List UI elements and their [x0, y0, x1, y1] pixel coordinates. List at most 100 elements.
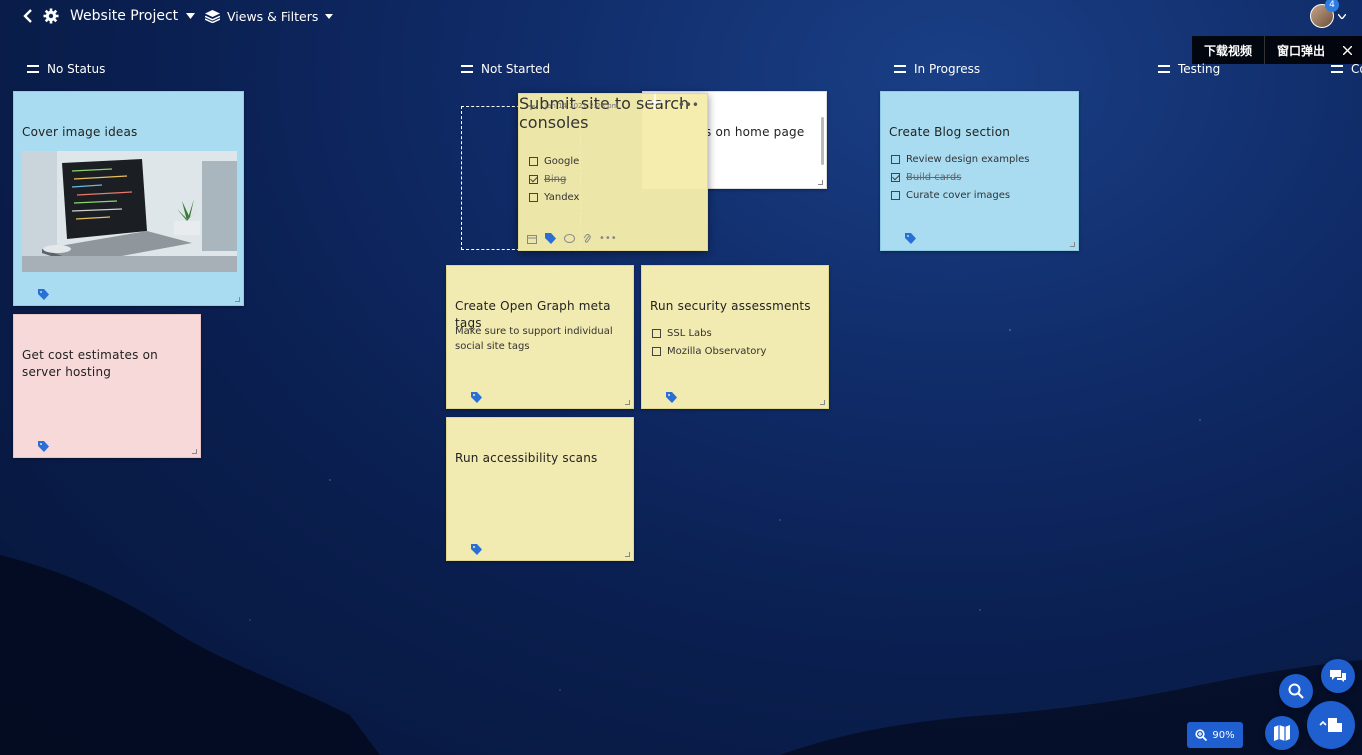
search-icon: [1288, 683, 1304, 699]
comment-icon[interactable]: [564, 233, 575, 244]
chevron-left-icon: [23, 9, 32, 23]
project-name: Website Project: [70, 8, 179, 24]
card-footer-toolbar: •••: [527, 233, 617, 244]
resize-handle[interactable]: [820, 400, 825, 405]
column-header-no-status[interactable]: No Status: [27, 60, 105, 78]
tag-icon[interactable]: [38, 289, 49, 300]
column-label: Not Started: [481, 62, 551, 76]
card-submit-search-consoles[interactable]: + Jan 14 2021 2:28 pm ••• Submit site to…: [518, 93, 708, 251]
zoom-button[interactable]: 90%: [1187, 722, 1243, 748]
card-accessibility-scans[interactable]: Run accessibility scans: [446, 417, 634, 561]
column-header-complete[interactable]: Co: [1331, 60, 1362, 78]
checkbox[interactable]: [529, 192, 538, 202]
card-cost-estimates[interactable]: Get cost estimates on server hosting: [13, 314, 201, 458]
more-options-icon[interactable]: •••: [678, 98, 699, 112]
tag-icon[interactable]: [666, 392, 677, 403]
resize-handle[interactable]: [192, 449, 197, 454]
resize-handle[interactable]: [818, 180, 823, 185]
project-switcher[interactable]: Website Project: [70, 6, 196, 26]
chevron-down-icon: [1338, 13, 1346, 19]
card-title: Create Blog section: [889, 125, 1011, 139]
zoom-in-icon: [1195, 729, 1208, 741]
drag-handle-icon: [1158, 65, 1170, 73]
checklist-item[interactable]: Build cards: [891, 168, 1029, 186]
resize-handle[interactable]: [625, 552, 630, 557]
mountain-silhouette: [0, 555, 1362, 755]
map-icon: [1274, 725, 1290, 741]
card-description: Make sure to support individual social s…: [455, 326, 613, 352]
checkbox[interactable]: [529, 174, 538, 184]
column-header-in-progress[interactable]: In Progress: [894, 60, 980, 78]
caret-down-icon: [186, 13, 196, 19]
chat-button[interactable]: [1321, 659, 1355, 693]
close-icon[interactable]: [1343, 45, 1353, 55]
back-button[interactable]: [20, 6, 36, 26]
checklist-item[interactable]: Google: [529, 152, 579, 170]
plus-icon[interactable]: +: [526, 99, 536, 113]
column-label: Co: [1351, 62, 1362, 76]
card-title: Get cost estimates on server hosting: [22, 348, 158, 379]
views-filters-button[interactable]: Views & Filters: [205, 6, 334, 26]
card-security-assessments[interactable]: Run security assessments SSL Labs Mozill…: [641, 265, 829, 409]
column-header-testing[interactable]: Testing: [1158, 60, 1220, 78]
zoom-level: 90%: [1212, 729, 1235, 741]
new-card-button[interactable]: [1307, 701, 1355, 749]
drag-handle-icon: [461, 65, 473, 73]
tag-icon[interactable]: [471, 544, 482, 555]
column-label: Testing: [1178, 62, 1221, 76]
column-header-not-started[interactable]: Not Started: [461, 60, 550, 78]
settings-button[interactable]: [42, 6, 60, 26]
card-blog-section[interactable]: Create Blog section Review design exampl…: [880, 91, 1079, 251]
add-card-icon: [1319, 718, 1342, 732]
checklist-item[interactable]: Review design examples: [891, 150, 1029, 168]
checklist: SSL Labs Mozilla Observatory: [652, 324, 766, 360]
checklist: Review design examples Build cards Curat…: [891, 150, 1029, 204]
more-options-icon[interactable]: •••: [599, 233, 617, 244]
checklist-item[interactable]: Bing: [529, 170, 579, 188]
map-button[interactable]: [1265, 716, 1299, 750]
avatar: 4: [1310, 0, 1339, 28]
resize-handle[interactable]: [235, 297, 240, 302]
popout-window-button[interactable]: 窗口弹出: [1265, 36, 1337, 64]
card-cover-image-ideas[interactable]: Cover image ideas: [13, 91, 244, 306]
move-cursor-icon: [647, 94, 663, 110]
views-filters-label: Views & Filters: [227, 8, 319, 24]
tag-icon[interactable]: [471, 392, 482, 403]
resize-handle[interactable]: [1070, 242, 1075, 247]
checklist-item[interactable]: Yandex: [529, 188, 579, 206]
card-timestamp: Jan 14 2021 2:28 pm: [545, 102, 619, 110]
checklist-item[interactable]: Curate cover images: [891, 186, 1029, 204]
card-open-graph[interactable]: Create Open Graph meta tags Make sure to…: [446, 265, 634, 409]
checklist-item[interactable]: Mozilla Observatory: [652, 342, 766, 360]
laptop-photo: [22, 151, 237, 272]
user-menu[interactable]: 4: [1310, 0, 1350, 29]
top-bar: Website Project Views & Filters 4: [0, 0, 1362, 32]
checkbox[interactable]: [891, 154, 900, 164]
tag-icon[interactable]: [905, 233, 916, 244]
caret-down-icon: [325, 13, 334, 19]
resize-handle[interactable]: [625, 400, 630, 405]
tag-icon[interactable]: [545, 233, 556, 244]
tag-icon[interactable]: [38, 441, 49, 452]
drag-handle-icon: [1331, 65, 1343, 73]
drag-handle-icon: [27, 65, 39, 73]
checkbox[interactable]: [529, 156, 538, 166]
checkbox[interactable]: [652, 328, 661, 338]
scrollbar[interactable]: [821, 117, 824, 165]
card-title: Cover image ideas: [22, 125, 138, 139]
drag-handle-icon: [894, 65, 906, 73]
card-title: Run security assessments: [650, 299, 811, 313]
card-title: s on home page: [705, 125, 805, 139]
checkbox[interactable]: [891, 172, 900, 182]
checklist-item[interactable]: SSL Labs: [652, 324, 766, 342]
attachment-icon[interactable]: [583, 233, 591, 244]
checkbox[interactable]: [891, 190, 900, 200]
checklist: Google Bing Yandex: [529, 152, 579, 206]
column-label: In Progress: [914, 62, 981, 76]
checkbox[interactable]: [652, 346, 661, 356]
card-title: Run accessibility scans: [455, 451, 598, 465]
search-button[interactable]: [1279, 674, 1313, 708]
gear-icon: [43, 8, 59, 24]
column-label: No Status: [47, 62, 106, 76]
calendar-icon[interactable]: [527, 234, 537, 244]
